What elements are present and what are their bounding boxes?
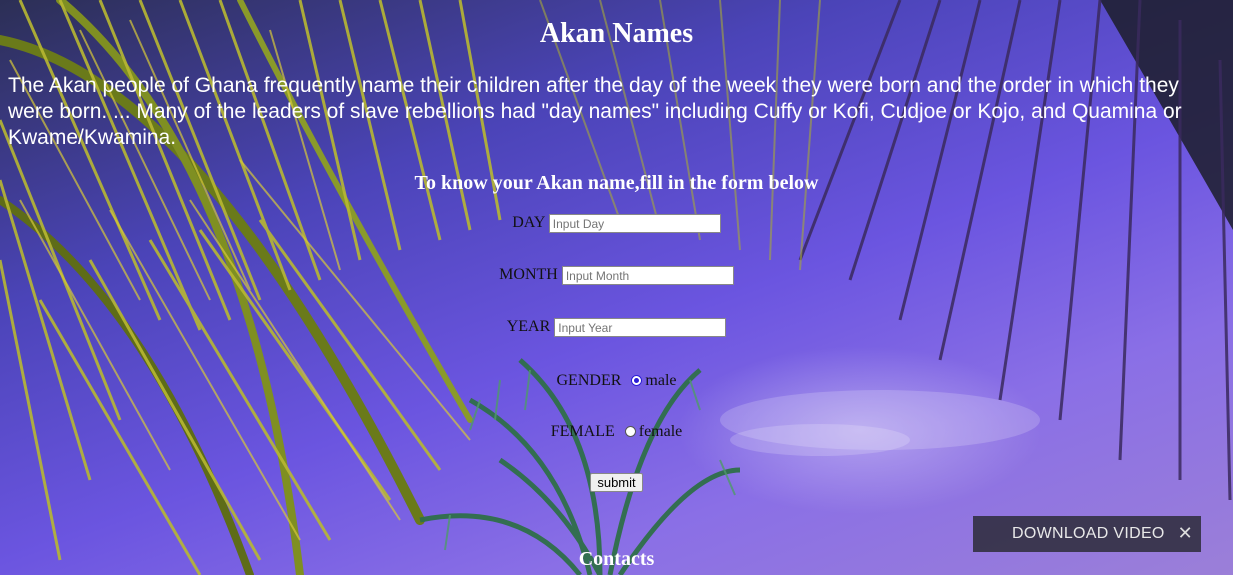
gender-label: GENDER: [556, 372, 622, 389]
female-row-label: FEMALE: [550, 423, 615, 440]
page-title: Akan Names: [539, 18, 694, 49]
day-label: DAY: [512, 214, 545, 232]
month-label: MONTH: [499, 266, 558, 284]
female-label: female: [638, 423, 683, 440]
male-radio[interactable]: [631, 374, 643, 386]
male-label: male: [645, 372, 677, 389]
year-row: YEAR: [0, 318, 1233, 337]
download-video-banner[interactable]: DOWNLOAD VIDEO ✕: [973, 516, 1201, 552]
gender-female-row: FEMALE female: [0, 423, 1233, 441]
intro-paragraph: The Akan people of Ghana frequently name…: [8, 74, 1182, 149]
day-row: DAY: [0, 214, 1233, 233]
year-input[interactable]: [554, 318, 727, 337]
submit-button[interactable]: submit: [590, 473, 643, 492]
gender-male-row: GENDER male: [0, 372, 1233, 390]
day-input[interactable]: [548, 214, 721, 233]
female-radio[interactable]: [624, 425, 636, 437]
year-label: YEAR: [506, 318, 551, 336]
month-input[interactable]: [561, 266, 734, 285]
form-heading: To know your Akan name,fill in the form …: [414, 172, 819, 194]
month-row: MONTH: [0, 266, 1233, 285]
download-video-label[interactable]: DOWNLOAD VIDEO: [1012, 525, 1165, 543]
submit-row: submit: [0, 473, 1233, 492]
close-icon[interactable]: ✕: [1178, 523, 1193, 544]
